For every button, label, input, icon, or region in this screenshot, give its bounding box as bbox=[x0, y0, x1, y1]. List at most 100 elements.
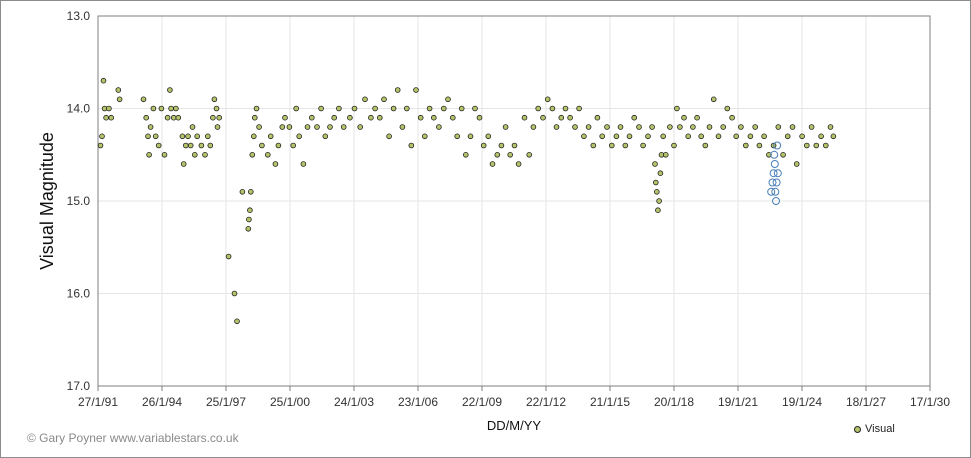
x-tick-label: 27/1/91 bbox=[78, 395, 118, 409]
visual-point bbox=[674, 105, 680, 112]
visual-point bbox=[576, 105, 582, 112]
faint-point bbox=[767, 187, 776, 196]
visual-point bbox=[376, 114, 383, 121]
visual-point bbox=[440, 105, 447, 112]
visual-point bbox=[813, 142, 820, 149]
visual-point bbox=[572, 124, 578, 130]
x-axis-title: DD/M/YY bbox=[487, 418, 542, 433]
visual-point bbox=[161, 152, 168, 158]
visual-point bbox=[549, 105, 556, 112]
visual-point bbox=[720, 124, 726, 130]
visual-point bbox=[467, 133, 474, 140]
visual-point bbox=[626, 133, 633, 140]
visual-point bbox=[690, 124, 696, 130]
visual-point bbox=[604, 124, 610, 130]
visual-point bbox=[436, 124, 442, 130]
visual-point bbox=[408, 142, 415, 149]
visual-point bbox=[594, 114, 601, 121]
visual-point bbox=[617, 124, 624, 130]
x-tick-label: 18/1/27 bbox=[846, 395, 886, 409]
visual-point bbox=[259, 142, 265, 149]
visual-point bbox=[472, 105, 478, 112]
visual-point bbox=[147, 124, 154, 130]
visual-point bbox=[351, 105, 358, 112]
visual-point bbox=[702, 142, 709, 149]
visual-point bbox=[164, 114, 171, 121]
visual-point bbox=[656, 198, 662, 204]
visual-point bbox=[246, 216, 252, 223]
visual-point bbox=[660, 133, 666, 140]
visual-point bbox=[724, 105, 731, 112]
visual-point bbox=[213, 105, 220, 112]
visual-point bbox=[818, 133, 824, 140]
visual-point bbox=[827, 124, 834, 130]
visual-point bbox=[775, 124, 782, 130]
visual-point bbox=[322, 133, 329, 140]
visual-point bbox=[462, 152, 469, 158]
visual-point bbox=[394, 87, 401, 93]
visual-point bbox=[608, 142, 615, 149]
visual-point bbox=[544, 96, 551, 103]
scatter-chart: 13.0 14.0 15.0 16.0 17.0 27/1/91 26/1/94 25/1/… bbox=[37, 9, 950, 433]
y-axis-title: Visual Magnitude bbox=[37, 132, 57, 270]
visual-point bbox=[173, 105, 179, 112]
visual-point bbox=[192, 152, 198, 158]
visual-point bbox=[168, 105, 174, 112]
visual-point bbox=[99, 133, 105, 140]
visual-point bbox=[535, 105, 541, 112]
visual-point bbox=[803, 142, 810, 149]
x-tick-label: 22/1/12 bbox=[526, 395, 566, 409]
visual-point bbox=[581, 133, 587, 140]
visual-point bbox=[585, 124, 592, 130]
visual-point bbox=[296, 133, 303, 140]
visual-point bbox=[205, 133, 211, 140]
visual-point bbox=[613, 133, 620, 140]
visual-point bbox=[386, 133, 392, 140]
visual-point bbox=[793, 161, 800, 167]
visual-point bbox=[251, 133, 257, 140]
visual-point bbox=[214, 124, 221, 130]
visual-point bbox=[445, 96, 451, 103]
x-axis-ticks: 27/1/91 26/1/94 25/1/97 25/1/00 24/1/03 23/1/… bbox=[78, 386, 950, 409]
visual-point bbox=[521, 114, 528, 121]
visual-point bbox=[553, 124, 560, 130]
x-tick-label: 21/1/15 bbox=[590, 395, 630, 409]
visual-point bbox=[247, 207, 253, 214]
visual-point bbox=[652, 179, 659, 186]
visual-point bbox=[239, 189, 246, 195]
visual-point bbox=[103, 114, 109, 121]
visual-point bbox=[264, 152, 271, 158]
faint-point bbox=[770, 160, 779, 168]
visual-point bbox=[234, 318, 240, 325]
visual-point bbox=[526, 152, 532, 158]
y-tick-label: 13.0 bbox=[67, 9, 91, 23]
visual-point bbox=[290, 142, 297, 149]
x-tick-label: 26/1/94 bbox=[142, 395, 182, 409]
visual-point bbox=[458, 105, 465, 112]
visual-point bbox=[530, 124, 537, 130]
visual-point bbox=[498, 142, 505, 149]
faint-point bbox=[768, 178, 777, 187]
x-tick-label: 19/1/24 bbox=[782, 395, 822, 409]
visual-point bbox=[822, 142, 829, 149]
y-tick-label: 15.0 bbox=[67, 194, 91, 208]
visual-point bbox=[399, 124, 406, 130]
visual-point bbox=[417, 114, 424, 121]
y-axis-ticks: 13.0 14.0 15.0 16.0 17.0 bbox=[67, 9, 91, 393]
visual-point bbox=[413, 87, 419, 93]
visual-point bbox=[140, 96, 147, 103]
visual-point bbox=[340, 124, 347, 130]
visual-point bbox=[710, 96, 717, 103]
visual-point bbox=[245, 226, 252, 232]
legend: Visual bbox=[854, 423, 895, 435]
legend-swatch-visual bbox=[854, 425, 861, 433]
visual-point bbox=[116, 96, 123, 103]
visual-point bbox=[799, 133, 805, 140]
y-tick-label: 16.0 bbox=[67, 287, 91, 301]
visual-point bbox=[106, 105, 112, 112]
visual-point bbox=[662, 152, 669, 158]
visual-point bbox=[256, 124, 262, 130]
visual-point bbox=[756, 142, 763, 149]
visual-point bbox=[430, 114, 437, 121]
visual-point bbox=[667, 124, 673, 130]
